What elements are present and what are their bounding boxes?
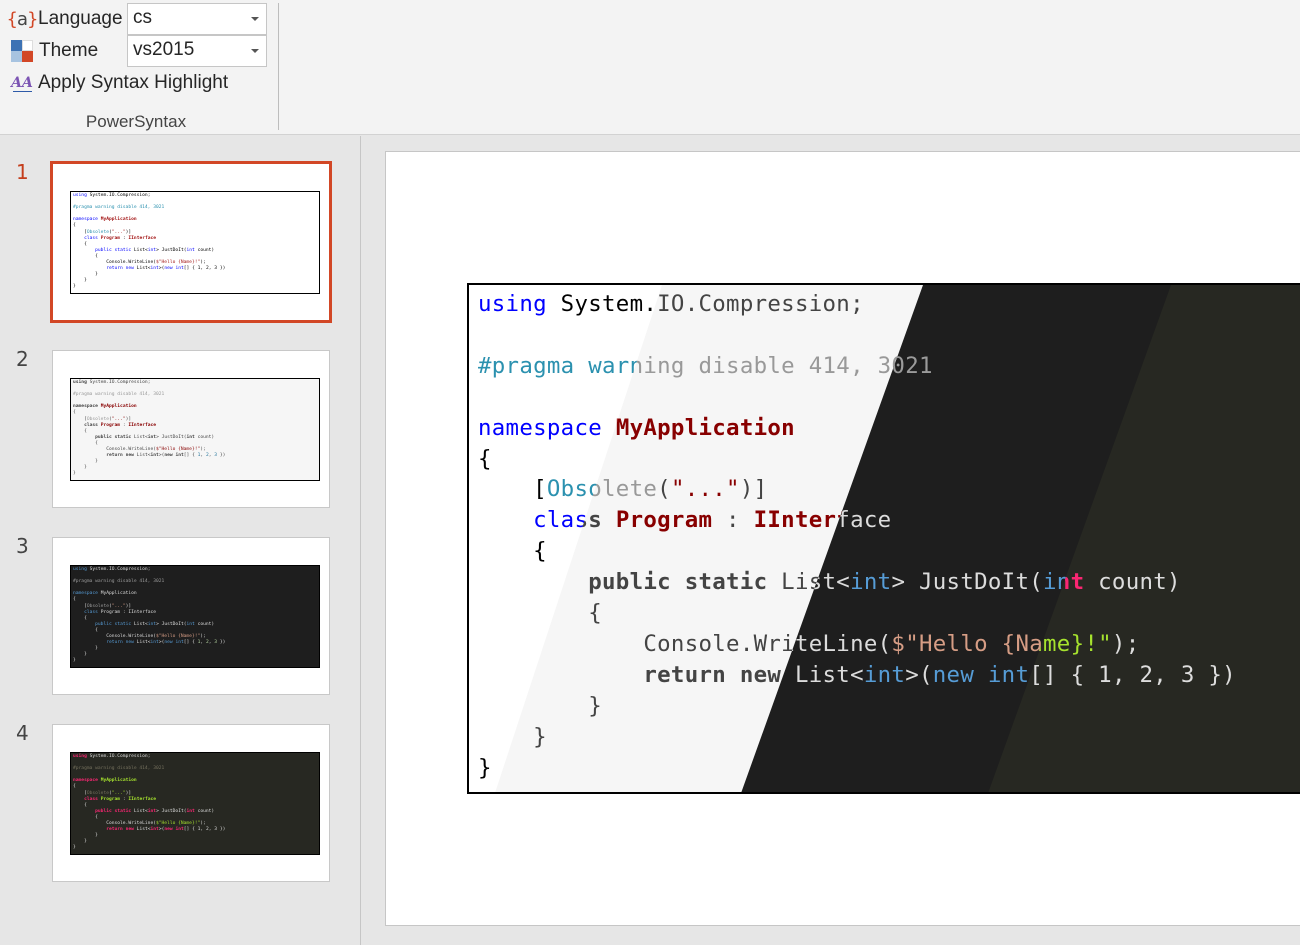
group-label: PowerSyntax — [85, 112, 187, 131]
text-style-icon: AA — [10, 72, 34, 94]
apply-syntax-highlight-label: Apply Syntax Highlight — [38, 72, 229, 93]
code-preview: using System.IO.Compression; #pragma war… — [70, 752, 320, 855]
slide-number: 2 — [16, 347, 29, 371]
color-squares-icon — [11, 40, 33, 62]
slide-thumbnail-4[interactable]: using System.IO.Compression; #pragma war… — [52, 724, 330, 882]
chevron-down-icon[interactable] — [251, 49, 259, 53]
pane-divider[interactable] — [360, 136, 361, 945]
chevron-down-icon[interactable] — [251, 17, 259, 21]
code-block[interactable]: using System.IO.Compression; #pragma war… — [467, 283, 1300, 794]
powersyntax-group: {a} Language cs Theme vs2015 AA Apply Sy… — [0, 0, 279, 135]
slide-thumbnail-2[interactable]: using System.IO.Compression; #pragma war… — [52, 350, 330, 508]
slide-number: 4 — [16, 721, 29, 745]
code-preview: using System.IO.Compression; #pragma war… — [70, 565, 320, 668]
ribbon: {a} Language cs Theme vs2015 AA Apply Sy… — [0, 0, 1300, 135]
theme-label: Theme — [39, 40, 99, 61]
slide-number: 3 — [16, 534, 29, 558]
language-row: {a} Language — [6, 4, 123, 34]
language-value: cs — [133, 7, 152, 28]
curly-a-icon: {a} — [6, 8, 39, 30]
theme-value: vs2015 — [133, 39, 195, 60]
group-divider — [278, 3, 279, 130]
theme-row: Theme — [10, 36, 98, 66]
apply-syntax-highlight-button[interactable]: AA Apply Syntax Highlight — [10, 68, 228, 98]
slide-thumbnail-3[interactable]: using System.IO.Compression; #pragma war… — [52, 537, 330, 695]
slide-thumbnail-1[interactable]: using System.IO.Compression; #pragma war… — [50, 161, 332, 323]
code-preview: using System.IO.Compression; #pragma war… — [70, 191, 320, 294]
language-label: Language — [38, 8, 123, 29]
code-preview: using System.IO.Compression; #pragma war… — [70, 378, 320, 481]
language-dropdown[interactable]: cs — [127, 3, 267, 35]
theme-dropdown[interactable]: vs2015 — [127, 35, 267, 67]
slide-number: 1 — [16, 160, 29, 184]
